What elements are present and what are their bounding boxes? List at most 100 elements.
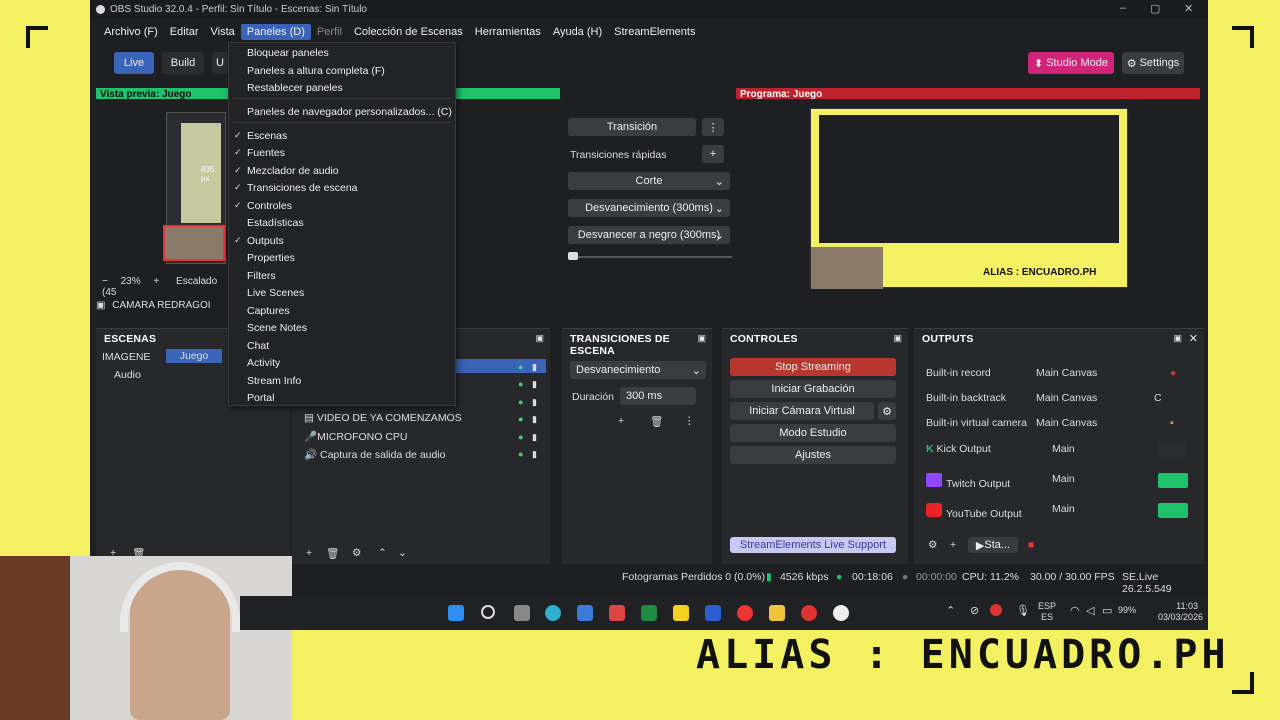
outputs-stop-icon[interactable]: ■ [1028,539,1034,551]
backtrack-toggle[interactable]: C [1154,392,1162,404]
dock-float-icon[interactable]: ▣ [697,333,706,344]
outputs-add-button[interactable]: + [950,539,956,551]
search-icon[interactable] [481,605,495,619]
streamelements-support-button[interactable]: StreamElements Live Support [730,537,896,553]
start-recording-button[interactable]: Iniciar Grabación [730,380,896,398]
stop-streaming-button[interactable]: Stop Streaming [730,358,896,376]
sources-header-close-icon[interactable]: ▣ [535,333,544,344]
lock-icon[interactable]: ▮ [532,432,537,443]
powerpoint-icon[interactable] [609,605,625,621]
duration-input[interactable]: 300 ms [620,387,696,405]
u-button[interactable]: U [212,52,228,74]
youtube-stream-toggle[interactable] [1158,503,1188,518]
dropdown-item[interactable]: Live Scenes [229,285,455,301]
dock-close-icon[interactable]: ✕ [1189,332,1198,345]
dropdown-item[interactable]: Captures [229,303,455,319]
eye-icon[interactable]: ● [518,362,523,372]
word-icon[interactable] [705,605,721,621]
tray-mic-icon[interactable]: 🎙 [1016,604,1030,617]
fade-button[interactable]: Desvanecimiento (300ms) ⌄ [568,199,730,217]
tray-mega-icon[interactable] [990,604,1002,616]
windows-start-icon[interactable] [448,605,464,621]
minimize-icon[interactable]: – [1120,2,1126,14]
outputs-start-button[interactable]: ▶ Sta... [968,537,1018,553]
menu-editar[interactable]: Editar [164,24,205,40]
menu-paneles[interactable]: Paneles (D) [240,24,311,40]
calculator-icon[interactable] [577,605,593,621]
source-up-icon[interactable]: ⌃ [378,547,387,559]
lock-icon[interactable]: ▮ [532,379,537,390]
eye-icon[interactable]: ● [518,397,523,407]
dropdown-item[interactable]: Properties [229,250,455,266]
obs-taskbar-icon[interactable] [833,605,849,621]
menu-archivo[interactable]: Archivo (F) [98,24,164,40]
maximize-icon[interactable]: ▢ [1150,2,1160,15]
chrome-icon[interactable] [737,605,753,621]
menu-coleccion[interactable]: Colección de Escenas [348,24,469,40]
file-explorer-icon[interactable] [769,605,785,621]
task-view-icon[interactable] [514,605,530,621]
twitch-stream-toggle[interactable] [1158,473,1188,488]
dropdown-item[interactable]: Paneles a altura completa (F) [229,63,455,79]
dropdown-item[interactable]: ✓ Fuentes [229,145,455,161]
transition-add-button[interactable]: + [618,415,624,427]
dropdown-item[interactable]: Portal [229,390,455,406]
dropdown-item[interactable]: ✓ Controles [229,198,455,214]
source-item-mic[interactable]: 🎤MICROFONO CPU [304,430,408,443]
menu-streamelements[interactable]: StreamElements [608,24,701,40]
lock-icon[interactable]: ▮ [532,362,537,373]
studio-mode-control-button[interactable]: Modo Estudio [730,424,896,442]
wifi-icon[interactable]: ◠ [1070,604,1080,617]
tray-chevron-icon[interactable]: ⌃ [946,604,955,617]
dropdown-item[interactable]: Scene Notes [229,320,455,336]
fade-black-button[interactable]: Desvanecer a negro (300ms) ⌄ [568,226,730,244]
transition-delete-icon[interactable]: 🗑 [650,415,663,428]
transition-button[interactable]: Transición [568,118,696,136]
virtual-cam-button[interactable]: Iniciar Cámara Virtual [730,402,874,420]
dropdown-item[interactable]: Stream Info [229,373,455,389]
tray-lang[interactable]: ESP ES [1038,601,1056,623]
settings-control-button[interactable]: Ajustes [730,446,896,464]
clock[interactable]: 11:03 03/03/2026 [1158,601,1203,623]
scene-item-imagene[interactable]: IMAGENE [102,351,150,363]
outputs-settings-icon[interactable]: ⚙ [928,539,937,551]
dock-float-icon[interactable]: ▣ [893,333,902,344]
settings-button[interactable]: ⚙ Settings [1122,52,1184,74]
eye-icon[interactable]: ● [518,379,523,389]
transition-menu-button[interactable]: ⋮ [702,118,724,136]
edge-icon[interactable] [545,605,561,621]
eye-icon[interactable]: ● [518,449,523,459]
close-icon[interactable]: ✕ [1184,2,1193,15]
source-settings-icon[interactable]: ⚙ [352,547,361,559]
dropdown-item[interactable]: Bloquear paneles [229,45,455,61]
t-bar-handle[interactable] [568,252,578,260]
dropdown-item[interactable]: ✓ Escenas [229,128,455,144]
corte-button[interactable]: Corte ⌄ [568,172,730,190]
zoom-minus-button[interactable]: − [102,276,108,287]
eye-icon[interactable]: ● [518,414,523,424]
virtual-cam-settings-icon[interactable]: ⚙ [878,402,896,420]
lock-icon[interactable]: ▮ [532,397,537,408]
transition-select[interactable]: Desvanecimiento ⌄ [570,361,706,379]
battery-icon[interactable]: ▭ [1102,604,1112,617]
menu-perfil[interactable]: Perfil [311,24,348,40]
excel-icon[interactable] [641,605,657,621]
scene-item-juego[interactable]: Juego [166,349,222,363]
tray-app-icon[interactable]: ⊘ [970,604,979,617]
lock-icon[interactable]: ▮ [532,449,537,460]
dropdown-item[interactable]: Chat [229,338,455,354]
dropdown-item[interactable]: Restablecer paneles [229,80,455,96]
volume-icon[interactable]: ◁ [1086,604,1094,617]
menu-ayuda[interactable]: Ayuda (H) [547,24,608,40]
quick-transition-add-button[interactable]: + [702,145,724,163]
dropdown-item[interactable]: Paneles de navegador personalizados... (… [229,104,455,120]
studio-mode-button[interactable]: ⬍ Studio Mode [1028,52,1114,74]
zoom-plus-button[interactable]: + [153,276,159,287]
transition-more-icon[interactable]: ⋮ [684,415,695,427]
kick-stream-toggle[interactable] [1158,443,1186,457]
source-item-video[interactable]: ▤ VIDEO DE YA COMENZAMOS [304,412,462,424]
lock-icon[interactable]: ▮ [532,414,537,425]
scene-item-audio[interactable]: Audio [114,369,141,381]
sticky-notes-icon[interactable] [673,605,689,621]
source-item-audio-capture[interactable]: 🔊 Captura de salida de audio [304,448,446,461]
